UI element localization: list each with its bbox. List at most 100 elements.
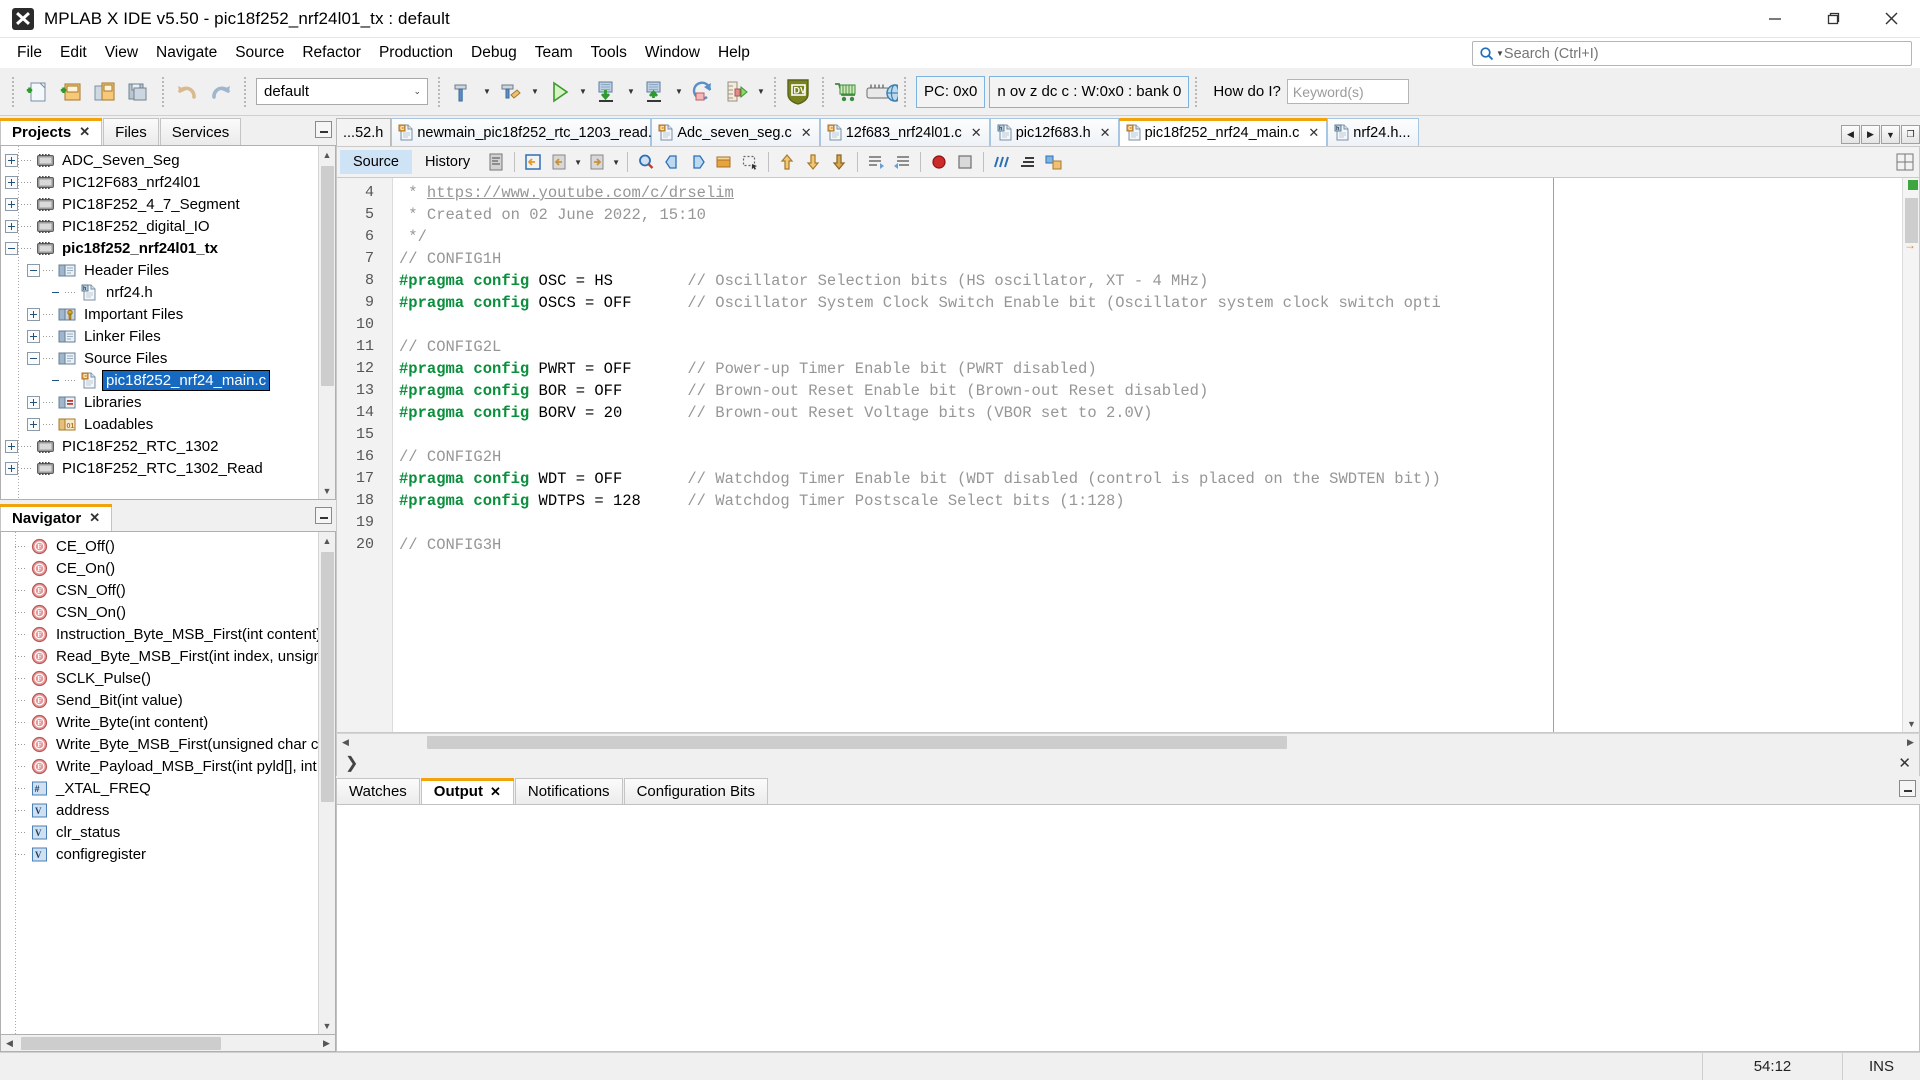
menu-team[interactable]: Team (526, 41, 582, 65)
code-line[interactable]: #pragma config PWRT = OFF // Power-up Ti… (393, 358, 1902, 380)
chevron-down-icon[interactable]: ▼ (610, 148, 622, 176)
navigator-list[interactable]: F CE_Off() F CE_On() F CSN_Off() F CSN_On() F Ins… (1, 532, 318, 1034)
menu-navigate[interactable]: Navigate (147, 41, 226, 65)
close-icon[interactable]: ✕ (801, 125, 812, 141)
close-icon[interactable]: ✕ (1308, 125, 1319, 141)
debug-dropdown-arrow-icon[interactable]: ▼ (754, 73, 768, 111)
expand-icon[interactable] (27, 395, 40, 409)
tree-item-pic18f252-rtc-1302[interactable]: PIC18F252_RTC_1302 (1, 435, 318, 457)
global-search-box[interactable]: ▼ (1472, 41, 1912, 66)
scroll-up-icon[interactable]: ▲ (318, 146, 335, 163)
chevron-down-icon[interactable]: ▼ (572, 148, 584, 176)
back-icon[interactable] (546, 148, 572, 176)
expand-icon[interactable] (5, 219, 18, 233)
scrollbar-thumb[interactable] (321, 552, 334, 802)
navigator-item[interactable]: F CE_On() (1, 557, 318, 579)
code-line[interactable]: #pragma config OSCS = OFF // Oscillator … (393, 292, 1902, 314)
expand-icon[interactable] (5, 197, 18, 211)
forward-icon[interactable] (584, 148, 610, 176)
build-dropdown-arrow-icon[interactable]: ▼ (480, 73, 494, 111)
code-line[interactable]: #pragma config BOR = OFF // Brown-out Re… (393, 380, 1902, 402)
output-tab-watches[interactable]: Watches (336, 778, 420, 804)
scroll-down-icon[interactable]: ▼ (318, 1017, 335, 1034)
output-content[interactable] (336, 804, 1920, 1052)
navigator-item[interactable]: F Read_Byte_MSB_First(int index, unsigned… (1, 645, 318, 667)
run-icon[interactable] (542, 73, 576, 111)
format-icon[interactable] (483, 148, 509, 176)
navigator-item[interactable]: F CE_Off() (1, 535, 318, 557)
navigator-item[interactable]: F CSN_On() (1, 601, 318, 623)
code-line[interactable]: * https://www.youtube.com/c/drselim (393, 182, 1902, 204)
code-line[interactable]: // CONFIG1H (393, 248, 1902, 270)
minimize-button[interactable] (1746, 0, 1804, 38)
last-edit-icon[interactable] (520, 148, 546, 176)
menu-help[interactable]: Help (709, 41, 759, 65)
configuration-combo[interactable]: default ⌄ (256, 78, 428, 105)
editor-tab-pic12f683-h[interactable]: h pic12f683.h ✕ (989, 118, 1119, 146)
close-icon[interactable]: ✕ (1100, 125, 1111, 141)
expand-icon[interactable] (27, 307, 40, 321)
inspect-icon[interactable] (1015, 148, 1041, 176)
chevron-right-icon[interactable]: ❯ (345, 753, 358, 773)
code-line[interactable] (393, 314, 1902, 336)
new-file-icon[interactable] (20, 73, 54, 111)
menu-tools[interactable]: Tools (582, 41, 636, 65)
tree-item-nrf24-h[interactable]: h nrf24.h (1, 281, 318, 303)
scroll-left-icon[interactable]: ◀ (1, 1035, 18, 1052)
projects-vertical-scrollbar[interactable]: ▲ ▼ (318, 146, 335, 499)
clean-build-dropdown-arrow-icon[interactable]: ▼ (528, 73, 542, 111)
navigator-item[interactable]: F CSN_Off() (1, 579, 318, 601)
search-input[interactable] (1503, 45, 1911, 62)
toggle-breakpoint-icon[interactable] (926, 148, 952, 176)
output-tab-configuration-bits[interactable]: Configuration Bits (623, 778, 768, 804)
tree-item-source-files[interactable]: Source Files (1, 347, 318, 369)
code-text[interactable]: * https://www.youtube.com/c/drselim * Cr… (393, 178, 1902, 732)
menu-refactor[interactable]: Refactor (293, 41, 370, 65)
tree-item-pic18f252-rtc-1302-read[interactable]: PIC18F252_RTC_1302_Read (1, 457, 318, 479)
clean-build-icon[interactable] (494, 73, 528, 111)
navigator-item[interactable]: F Write_Byte_MSB_First(unsigned char cont… (1, 733, 318, 755)
stop-macro-icon[interactable] (952, 148, 978, 176)
toggle-bookmark-icon[interactable] (711, 148, 737, 176)
editor-tab-pic18f252-nrf24-main-c[interactable]: Cpic18f252_nrf24_main.c ✕ (1118, 118, 1328, 146)
close-icon[interactable]: ✕ (89, 510, 100, 526)
scrollbar-thumb[interactable] (21, 1037, 221, 1050)
code-line[interactable]: #pragma config OSC = HS // Oscillator Se… (393, 270, 1902, 292)
navigator-item[interactable]: F Send_Bit(int value) (1, 689, 318, 711)
restore-button[interactable] (1804, 0, 1862, 38)
scroll-left-icon[interactable]: ◀ (337, 734, 354, 751)
navigator-item[interactable]: F Write_Payload_MSB_First(int pyld[], int… (1, 755, 318, 777)
scrollbar-thumb[interactable] (321, 166, 334, 386)
code-editor[interactable]: 4 5 6 7 8 9 10 11 12 13 14 15 16 17 18 19 20 * https://w… (336, 178, 1920, 733)
comment-icon[interactable] (863, 148, 889, 176)
scroll-right-icon[interactable]: ▶ (318, 1035, 335, 1052)
tree-item-pic18f252-4-7-segment[interactable]: PIC18F252_4_7_Segment (1, 193, 318, 215)
menu-production[interactable]: Production (370, 41, 462, 65)
code-line[interactable]: #pragma config WDT = OFF // Watchdog Tim… (393, 468, 1902, 490)
read-device-icon[interactable] (638, 73, 672, 111)
next-tab-button[interactable]: ▶ (1861, 125, 1880, 144)
code-line[interactable]: // CONFIG3H (393, 534, 1902, 556)
tree-item-pic18f252-nrf24-main-c[interactable]: Cpic18f252_nrf24_main.c (1, 369, 318, 391)
close-icon[interactable]: ✕ (971, 125, 982, 141)
tree-item-libraries[interactable]: Libraries (1, 391, 318, 413)
scroll-up-icon[interactable]: ▲ (318, 532, 335, 549)
next-bookmark-icon[interactable] (685, 148, 711, 176)
expand-icon[interactable] (27, 329, 40, 343)
close-icon[interactable]: ✕ (1898, 754, 1911, 772)
scroll-right-icon[interactable]: ▶ (1902, 734, 1919, 751)
navigator-item[interactable]: Vclr_status (1, 821, 318, 843)
rectangular-selection-icon[interactable] (737, 148, 763, 176)
editor-tab-12f683-nrf24l01-c[interactable]: C 12f683_nrf24l01.c ✕ (819, 118, 990, 146)
read-dropdown-arrow-icon[interactable]: ▼ (672, 73, 686, 111)
uncomment-icon[interactable] (889, 148, 915, 176)
code-line[interactable] (393, 512, 1902, 534)
output-tab-notifications[interactable]: Notifications (514, 778, 623, 804)
chip-globe-icon[interactable] (864, 73, 898, 111)
start-macro-icon[interactable] (826, 148, 852, 176)
menu-view[interactable]: View (96, 41, 147, 65)
code-line[interactable] (393, 424, 1902, 446)
code-line[interactable]: */ (393, 226, 1902, 248)
navigator-item[interactable]: F Instruction_Byte_MSB_First(int content) (1, 623, 318, 645)
close-icon[interactable]: ✕ (490, 784, 501, 800)
